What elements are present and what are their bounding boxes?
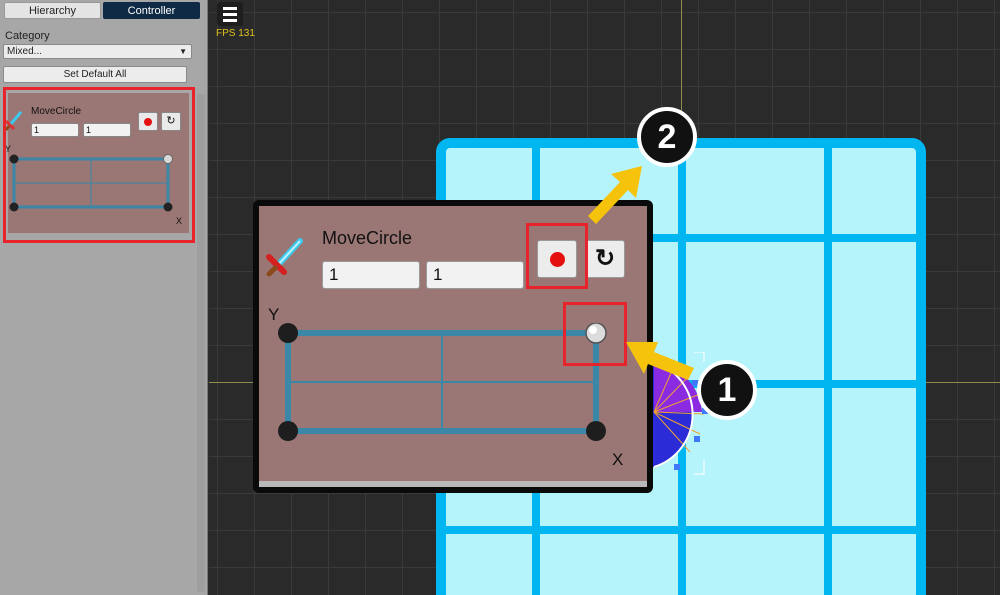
zoomed-xy-pad[interactable] — [278, 323, 608, 443]
sword-icon — [4, 111, 23, 131]
reset-icon: ↻ — [594, 245, 616, 272]
step-badge-2: 2 — [637, 107, 697, 167]
category-label: Category — [5, 30, 50, 42]
record-button[interactable] — [138, 112, 158, 131]
zoomed-axis-x-label: X — [612, 450, 624, 469]
record-icon — [549, 251, 565, 267]
zoomed-record-button[interactable] — [537, 240, 577, 278]
menu-button[interactable] — [217, 2, 243, 26]
zoomed-reset-button[interactable]: ↻ — [585, 240, 625, 278]
axis-x-label: X — [176, 216, 183, 226]
tab-controller[interactable]: Controller — [103, 2, 200, 19]
set-default-all-button[interactable]: Set Default All — [3, 66, 187, 83]
reset-icon: ↻ — [166, 115, 176, 127]
pad-handle — [163, 154, 173, 164]
sword-icon — [266, 238, 303, 277]
zoomed-controller-name: MoveCircle — [322, 228, 413, 248]
fps-counter: FPS 131 — [216, 28, 255, 39]
step-badge-1: 1 — [697, 360, 757, 420]
zoomed-pad-handle — [585, 323, 607, 344]
zoomed-x-value-input[interactable]: 1 — [322, 261, 420, 289]
category-selected-value: Mixed... — [7, 46, 43, 57]
controller-panel: Hierarchy Controller Category Mixed... ▼… — [0, 0, 208, 595]
x-value-input[interactable]: 1 — [31, 123, 79, 137]
category-dropdown[interactable]: Mixed... ▼ — [3, 44, 192, 59]
chevron-down-icon: ▼ — [179, 47, 187, 56]
reset-button[interactable]: ↻ — [161, 112, 181, 131]
arrow-to-handle-icon — [626, 342, 694, 380]
y-value-input[interactable]: 1 — [83, 123, 131, 137]
panel-scrollbar[interactable] — [197, 94, 205, 592]
zoomed-axis-y-label: Y — [268, 305, 280, 324]
arrow-to-record-icon — [588, 166, 642, 224]
controller-name: MoveCircle — [31, 106, 82, 117]
xy-pad[interactable] — [8, 153, 180, 215]
menu-icon — [223, 6, 237, 22]
record-icon — [144, 117, 152, 126]
zoomed-y-value-input[interactable]: 1 — [426, 261, 524, 289]
axis-y-label: Y — [5, 144, 12, 154]
tab-hierarchy[interactable]: Hierarchy — [4, 2, 101, 19]
